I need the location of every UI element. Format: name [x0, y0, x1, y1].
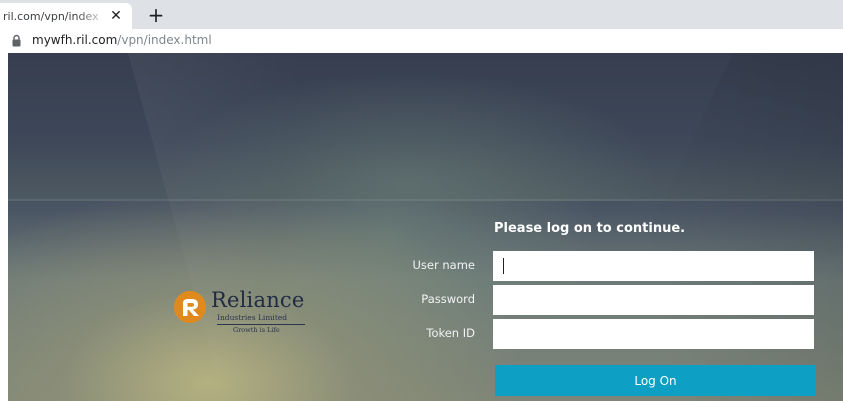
login-page: Reliance Industries Limited Growth is Li… — [8, 53, 843, 401]
url-path: /vpn/index.html — [117, 33, 212, 47]
background-light-ray — [128, 53, 368, 401]
tab-title: ril.com/vpn/index — [3, 9, 99, 23]
logo-name: Reliance — [211, 288, 305, 312]
close-icon[interactable]: ✕ — [108, 8, 124, 24]
lock-icon[interactable] — [12, 34, 21, 47]
reliance-logo-icon — [174, 291, 206, 323]
address-bar[interactable]: mywfh.ril.com/vpn/index.html — [0, 29, 843, 53]
logo-divider — [217, 324, 305, 325]
logo-subtitle: Industries Limited — [217, 313, 288, 322]
token-id-label: Token ID — [426, 326, 475, 340]
token-id-input[interactable] — [493, 319, 814, 349]
username-label: User name — [412, 258, 475, 272]
url-text[interactable]: mywfh.ril.com/vpn/index.html — [32, 33, 212, 47]
plus-icon[interactable]: + — [145, 4, 167, 26]
text-caret — [503, 258, 504, 274]
browser-tabstrip: ril.com/vpn/index ✕ + — [0, 0, 843, 29]
url-host: mywfh.ril.com — [32, 33, 118, 47]
logo-tagline: Growth is Life — [233, 326, 280, 334]
form-heading: Please log on to continue. — [494, 221, 686, 236]
browser-tab[interactable]: ril.com/vpn/index ✕ — [0, 3, 132, 29]
username-input[interactable] — [493, 251, 814, 281]
log-on-button[interactable]: Log On — [495, 365, 816, 396]
reliance-logo: Reliance Industries Limited Growth is Li… — [173, 288, 313, 348]
password-input[interactable] — [493, 285, 814, 315]
password-label: Password — [421, 292, 475, 306]
